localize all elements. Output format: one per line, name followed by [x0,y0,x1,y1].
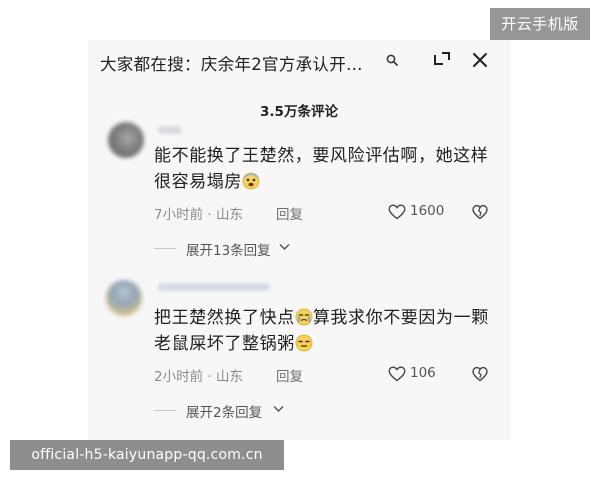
like-count: 106 [410,365,436,381]
crying-face-emoji-icon [295,308,313,326]
collapse-icon[interactable] [433,51,451,69]
comment-meta: 7小时前 · 山东 回复 1600 [154,203,494,223]
expand-replies-label[interactable]: 展开2条回复 [186,401,262,421]
comment-meta: 2小时前 · 山东 回复 106 [154,365,494,385]
watermark-top: 开云手机版 [490,8,590,40]
divider-line [154,410,176,411]
search-suggestion[interactable]: 大家都在搜：庆余年2官方承认开… [100,51,363,75]
top-bar: 大家都在搜：庆余年2官方承认开… [88,40,510,82]
heart-icon[interactable] [388,366,406,382]
heart-icon[interactable] [388,204,406,220]
divider-line [154,248,176,249]
comment-panel: 大家都在搜：庆余年2官方承认开… 3.5万条评论 能不能换了王楚然，要风险评估啊… [88,40,510,440]
comment-time-location: 7小时前 · 山东 [154,207,243,223]
comment-time-location: 2小时前 · 山东 [154,369,243,385]
reply-button[interactable]: 回复 [276,203,303,223]
comment-text-part: 把王楚然换了快点 [154,308,295,328]
watermark-bottom: official-h5-kaiyunapp-qq.com.cn [10,440,284,470]
comment-text: 能不能换了王楚然，要风险评估啊，她这样很容易塌房 [154,143,494,195]
avatar[interactable] [108,122,144,158]
chevron-down-icon[interactable] [273,405,284,413]
username-blurred[interactable] [158,283,270,291]
search-icon[interactable] [386,54,398,66]
comment-text-part: 能不能换了王楚然，要风险评估啊，她这样很容易塌房 [154,146,489,192]
username-blurred[interactable] [158,126,182,134]
close-icon[interactable] [471,51,489,69]
expand-replies-label[interactable]: 展开13条回复 [186,239,271,259]
annoyed-face-emoji-icon [295,334,313,352]
comment-text: 把王楚然换了快点 算我求你不要因为一颗老鼠屎坏了整锅粥 [154,305,494,357]
like-count: 1600 [410,203,445,219]
fearful-face-emoji-icon [242,172,260,190]
broken-heart-icon[interactable] [472,366,488,382]
comment-count: 3.5万条评论 [260,104,338,120]
chevron-down-icon[interactable] [279,243,290,251]
avatar[interactable] [106,280,142,316]
broken-heart-icon[interactable] [472,204,488,220]
reply-button[interactable]: 回复 [276,365,303,385]
